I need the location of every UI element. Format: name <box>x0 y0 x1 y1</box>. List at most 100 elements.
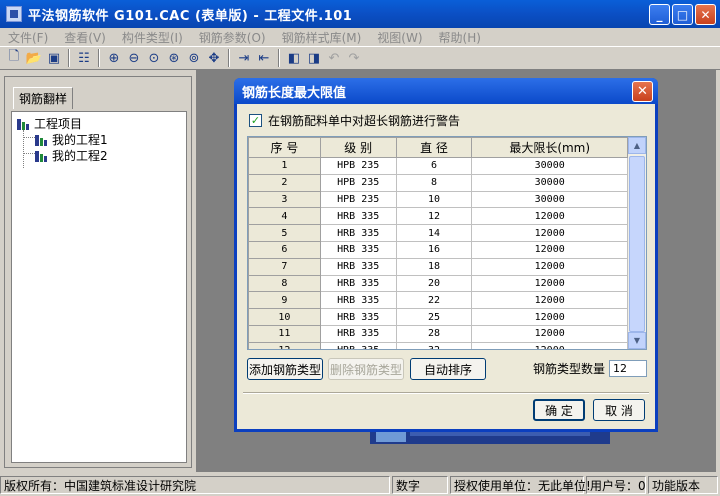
menu-rebar-style-library[interactable]: 钢筋样式库(M) <box>274 29 370 46</box>
cell-diameter[interactable]: 8 <box>395 173 473 192</box>
tree-node-root[interactable]: 工程项目 <box>16 115 82 132</box>
scroll-down-icon[interactable]: ▼ <box>628 332 646 349</box>
warning-checkbox-row[interactable]: ✓ 在钢筋配料单中对超长钢筋进行警告 <box>249 112 460 129</box>
cell-grade[interactable]: HRB 335 <box>319 207 397 226</box>
cell-max-length[interactable]: 12000 <box>471 207 628 226</box>
new-file-icon[interactable]: 🗋 <box>4 48 24 68</box>
minimize-button[interactable]: _ <box>649 4 670 25</box>
column-header-diameter[interactable]: 直 径 <box>395 137 473 158</box>
open-folder-icon[interactable]: 📂 <box>24 48 44 68</box>
zoom-out-icon[interactable]: ⊖ <box>124 48 144 68</box>
menu-window[interactable]: 视图(W) <box>369 29 430 46</box>
cell-max-length[interactable]: 30000 <box>471 190 628 209</box>
table-row[interactable]: 12HRB 3353212000 <box>248 341 628 349</box>
cell-diameter[interactable]: 10 <box>395 190 473 209</box>
cell-diameter[interactable]: 25 <box>395 308 473 326</box>
prev-icon[interactable]: ◧ <box>284 48 304 68</box>
zoom-all-icon[interactable]: ⊛ <box>164 48 184 68</box>
cell-diameter[interactable]: 28 <box>395 324 473 343</box>
cell-max-length[interactable]: 12000 <box>471 308 628 326</box>
cell-max-length[interactable]: 12000 <box>471 291 628 310</box>
table-row[interactable]: 9 HRB 335 22 12000 <box>248 291 628 310</box>
table-row[interactable]: 11 HRB 335 28 12000 <box>248 324 628 343</box>
tree-node-project-2[interactable]: 我的工程2 <box>34 147 108 164</box>
cell-grade[interactable]: HPB 235 <box>319 157 397 175</box>
cell-diameter[interactable]: 18 <box>395 257 473 276</box>
delete-rebar-type-button[interactable]: 删除钢筋类型 <box>328 358 404 380</box>
table-row[interactable]: 3 HPB 235 10 30000 <box>248 190 628 209</box>
cell-diameter[interactable]: 14 <box>395 224 473 242</box>
import-icon[interactable]: ⇤ <box>254 48 274 68</box>
save-icon[interactable]: ▣ <box>44 48 64 68</box>
cell-grade[interactable]: HRB 335 <box>319 240 397 259</box>
next-icon[interactable]: ◨ <box>304 48 324 68</box>
tab-rebar-detailing[interactable]: 钢筋翻样 <box>13 87 73 109</box>
column-header-grade[interactable]: 级 别 <box>319 137 397 158</box>
cancel-button[interactable]: 取 消 <box>593 399 645 421</box>
add-rebar-type-button[interactable]: 添加钢筋类型 <box>247 358 323 380</box>
cell-max-length[interactable]: 30000 <box>471 173 628 192</box>
auto-sort-button[interactable]: 自动排序 <box>410 358 486 380</box>
cell-grade[interactable]: HPB 235 <box>319 190 397 209</box>
scroll-up-icon[interactable]: ▲ <box>628 137 646 154</box>
cell-grade[interactable]: HRB 335 <box>319 308 397 326</box>
cell-index: 3 <box>248 190 321 209</box>
table-row[interactable]: 5 HRB 335 14 12000 <box>248 224 628 242</box>
zoom-in-icon[interactable]: ⊕ <box>104 48 124 68</box>
table-row[interactable]: 4 HRB 335 12 12000 <box>248 207 628 226</box>
scroll-thumb[interactable] <box>629 156 645 332</box>
cell-grade[interactable]: HRB 335 <box>319 341 397 349</box>
tree-node-project-1[interactable]: 我的工程1 <box>34 131 108 148</box>
cell-max-length[interactable]: 30000 <box>471 157 628 175</box>
tree-view-icon[interactable]: ☷ <box>74 48 94 68</box>
cell-grade[interactable]: HRB 335 <box>319 324 397 343</box>
zoom-real-icon[interactable]: ⊚ <box>184 48 204 68</box>
menu-component-type[interactable]: 构件类型(I) <box>114 29 191 46</box>
cell-grade[interactable]: HPB 235 <box>319 173 397 192</box>
cell-diameter[interactable]: 22 <box>395 291 473 310</box>
cell-max-length[interactable]: 12000 <box>471 257 628 276</box>
menu-help[interactable]: 帮助(H) <box>431 29 489 46</box>
table-row[interactable]: 6 HRB 335 16 12000 <box>248 240 628 259</box>
warning-checkbox[interactable]: ✓ <box>249 114 262 127</box>
menu-file[interactable]: 文件(F) <box>0 29 56 46</box>
zoom-window-icon[interactable]: ⊙ <box>144 48 164 68</box>
undo-icon[interactable]: ↶ <box>324 48 344 68</box>
table-row[interactable]: 1 HPB 235 6 30000 <box>248 157 628 175</box>
column-header-max-length[interactable]: 最大限长(mm) <box>471 137 628 158</box>
table-row[interactable]: 10 HRB 335 25 12000 <box>248 308 628 326</box>
cell-diameter[interactable]: 20 <box>395 274 473 293</box>
cell-max-length[interactable]: 12000 <box>471 240 628 259</box>
rebar-type-count-field[interactable]: 12 <box>609 360 647 377</box>
cell-grade[interactable]: HRB 335 <box>319 257 397 276</box>
cell-diameter[interactable]: 6 <box>395 157 473 175</box>
pan-icon[interactable]: ✥ <box>204 48 224 68</box>
rebar-max-length-dialog: 钢筋长度最大限值 ✕ ✓ 在钢筋配料单中对超长钢筋进行警告 序 号 级 别 直 … <box>234 78 658 432</box>
cell-grade[interactable]: HRB 335 <box>319 224 397 242</box>
cell-grade[interactable]: HRB 335 <box>319 291 397 310</box>
menu-rebar-params[interactable]: 钢筋参数(O) <box>191 29 274 46</box>
grid-scrollbar[interactable]: ▲ ▼ <box>628 137 646 349</box>
export-icon[interactable]: ⇥ <box>234 48 254 68</box>
menu-view[interactable]: 查看(V) <box>56 29 114 46</box>
table-row[interactable]: 7 HRB 335 18 12000 <box>248 257 628 276</box>
close-button[interactable]: ✕ <box>695 4 716 25</box>
cell-max-length[interactable]: 12000 <box>471 324 628 343</box>
dialog-body: ✓ 在钢筋配料单中对超长钢筋进行警告 序 号 级 别 直 径 最大限长(mm) … <box>237 104 655 429</box>
ok-button[interactable]: 确 定 <box>533 399 585 421</box>
cell-diameter[interactable]: 32 <box>395 341 473 349</box>
cell-max-length[interactable]: 12000 <box>471 224 628 242</box>
dialog-close-button[interactable]: ✕ <box>632 81 653 102</box>
cell-grade[interactable]: HRB 335 <box>319 274 397 293</box>
status-mode: 数字 <box>392 476 448 494</box>
cell-diameter[interactable]: 16 <box>395 240 473 259</box>
table-row[interactable]: 8 HRB 335 20 12000 <box>248 274 628 293</box>
cell-diameter[interactable]: 12 <box>395 207 473 226</box>
menu-bar: 文件(F) 查看(V) 构件类型(I) 钢筋参数(O) 钢筋样式库(M) 视图(… <box>0 28 720 46</box>
maximize-button[interactable]: □ <box>672 4 693 25</box>
table-row[interactable]: 2 HPB 235 8 30000 <box>248 173 628 192</box>
column-header-index[interactable]: 序 号 <box>248 137 321 158</box>
cell-max-length[interactable]: 12000 <box>471 341 628 349</box>
cell-max-length[interactable]: 12000 <box>471 274 628 293</box>
redo-icon[interactable]: ↷ <box>344 48 364 68</box>
